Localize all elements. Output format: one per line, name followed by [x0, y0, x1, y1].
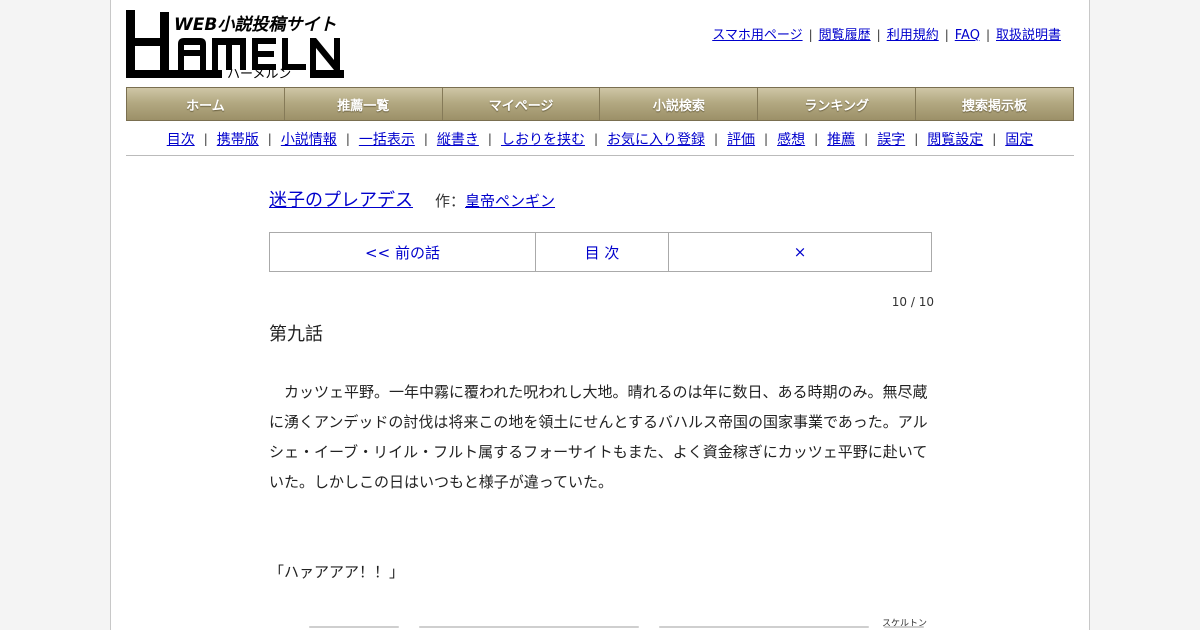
author-link[interactable]: 皇帝ペンギン	[465, 192, 555, 210]
nav-mypage[interactable]: マイページ	[443, 88, 601, 120]
chapter-count: 10 / 10	[891, 295, 934, 309]
cut-off-text-line	[269, 622, 934, 630]
nav-ranking[interactable]: ランキング	[758, 88, 917, 120]
subnav-reviews[interactable]: 感想	[777, 129, 805, 149]
separator: |	[864, 131, 869, 146]
separator: |	[593, 131, 598, 146]
dialogue-line: 「ハァアアア！！」	[269, 563, 405, 581]
close-button[interactable]: ×	[669, 233, 931, 271]
nav-recommendations[interactable]: 推薦一覧	[285, 88, 443, 120]
text-fragment	[419, 626, 639, 628]
nav-search-board[interactable]: 捜索掲示板	[916, 88, 1073, 120]
top-link-faq[interactable]: FAQ	[955, 28, 980, 43]
subnav-vertical[interactable]: 縦書き	[437, 129, 479, 149]
subnav-typo[interactable]: 誤字	[877, 129, 905, 149]
separator: |	[764, 131, 769, 146]
separator: |	[814, 131, 819, 146]
chapter-title: 第九話	[269, 324, 323, 345]
hameln-logo[interactable]: WEB小説投稿サイト ハーメルン	[126, 10, 346, 82]
prev-chapter-button[interactable]: << 前の話	[270, 233, 536, 271]
top-link-terms[interactable]: 利用規約	[887, 28, 939, 43]
toc-button[interactable]: 目 次	[536, 233, 669, 271]
separator: |	[944, 28, 949, 42]
separator: |	[714, 131, 719, 146]
novel-title-link[interactable]: 迷子のプレアデス	[269, 190, 413, 211]
nav-novel-search[interactable]: 小説検索	[600, 88, 759, 120]
logo-kana: ハーメルン	[227, 67, 292, 82]
subnav-show-all[interactable]: 一括表示	[359, 129, 415, 149]
separator: |	[992, 131, 997, 146]
separator: |	[876, 28, 881, 42]
text-fragment	[309, 626, 399, 628]
author-label: 作：	[435, 192, 466, 210]
subnav-pin[interactable]: 固定	[1005, 129, 1033, 149]
text-fragment	[884, 626, 924, 628]
page-container: WEB小説投稿サイト ハーメルン スマホ用ページ | 閲覧履歴 | 利用規約 | FAQ | 取…	[110, 0, 1090, 630]
separator: |	[914, 131, 919, 146]
top-link-mobile[interactable]: スマホ用ページ	[712, 28, 802, 43]
subnav-rating[interactable]: 評価	[727, 129, 755, 149]
novel-header: 迷子のプレアデス 作：皇帝ペンギン	[269, 186, 555, 212]
separator: |	[985, 28, 990, 42]
subnav-novel-info[interactable]: 小説情報	[281, 129, 337, 149]
text-fragment	[659, 626, 869, 628]
top-link-manual[interactable]: 取扱説明書	[996, 28, 1061, 43]
subnav-bookmark[interactable]: しおりを挟む	[501, 129, 585, 149]
separator: |	[203, 131, 208, 146]
top-links: スマホ用ページ | 閲覧履歴 | 利用規約 | FAQ | 取扱説明書	[712, 24, 1061, 43]
chapter-pager: << 前の話 目 次 ×	[269, 232, 932, 272]
separator: |	[423, 131, 428, 146]
novel-sub-nav: 目次 | 携帯版 | 小説情報 | 一括表示 | 縦書き | しおりを挟む | お気に入り登録 | 評価 | 感…	[126, 122, 1074, 156]
subnav-mobile[interactable]: 携帯版	[217, 129, 259, 149]
nav-home[interactable]: ホーム	[127, 88, 285, 120]
subnav-recommend[interactable]: 推薦	[827, 129, 855, 149]
separator: |	[808, 28, 813, 42]
logo-tagline: WEB小説投稿サイト	[174, 15, 337, 35]
separator: |	[487, 131, 492, 146]
subnav-favorite[interactable]: お気に入り登録	[607, 129, 705, 149]
subnav-view-settings[interactable]: 閲覧設定	[927, 129, 983, 149]
separator: |	[345, 131, 350, 146]
separator: |	[267, 131, 272, 146]
main-nav: ホーム 推薦一覧 マイページ 小説検索 ランキング 捜索掲示板	[126, 87, 1074, 121]
top-link-history[interactable]: 閲覧履歴	[819, 28, 871, 43]
subnav-toc[interactable]: 目次	[167, 129, 195, 149]
chapter-body-text: カッツェ平野。一年中霧に覆われた呪われし大地。晴れるのは年に数日、ある時期のみ。…	[269, 383, 928, 491]
